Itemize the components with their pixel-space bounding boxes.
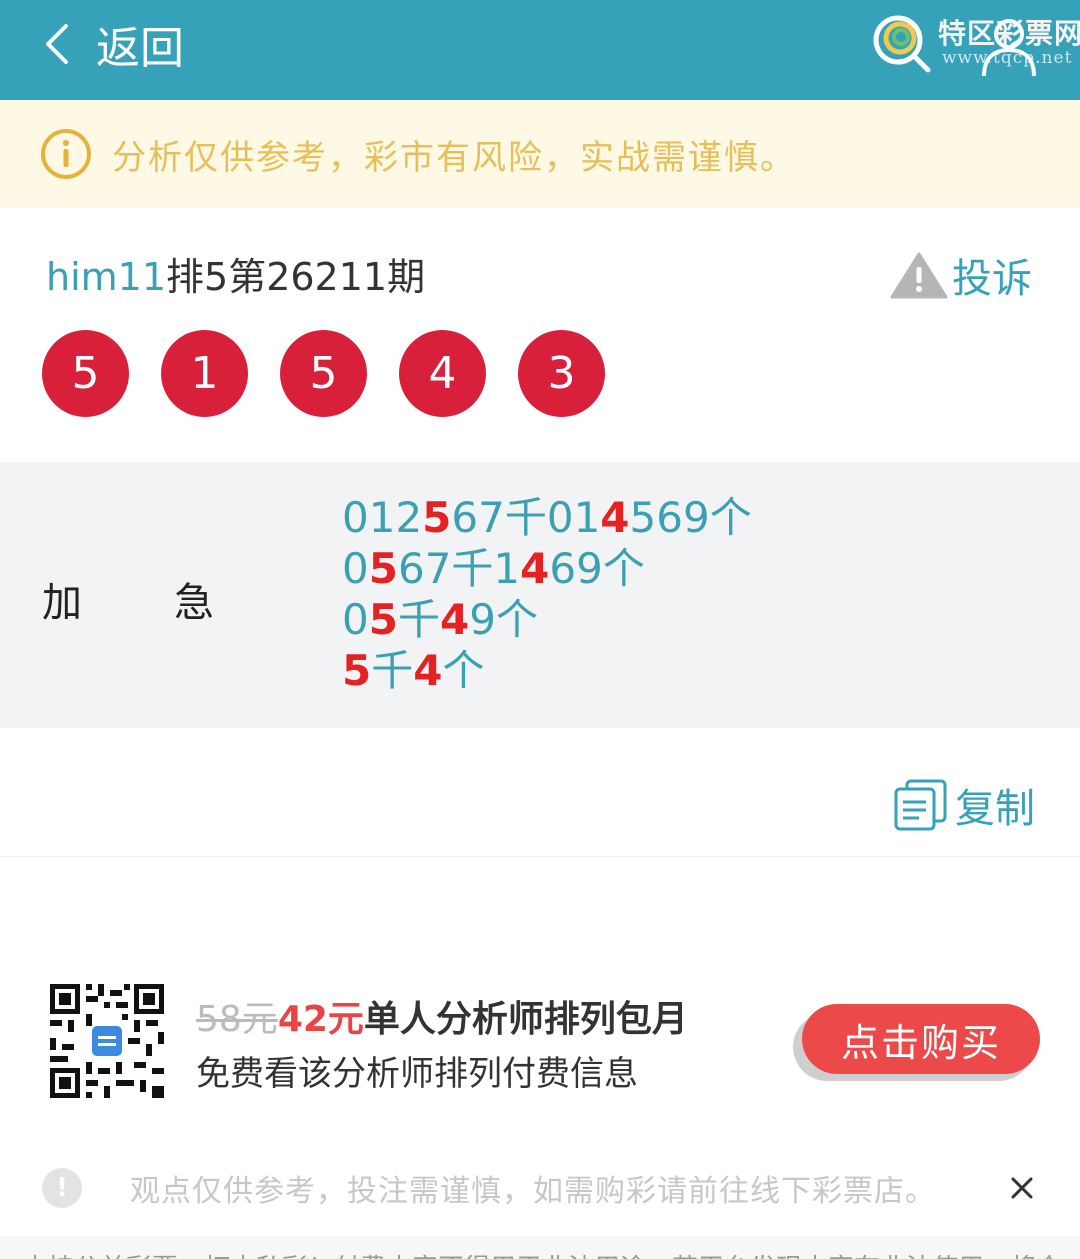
prediction-label: 急 bbox=[174, 580, 214, 626]
prediction-segment: 个 bbox=[442, 646, 485, 695]
highlighted-digit: 4 bbox=[520, 544, 550, 593]
prediction-segment: 67千01 bbox=[451, 493, 601, 542]
prediction-segment: 千 bbox=[371, 646, 414, 695]
copy-document-icon bbox=[894, 779, 947, 831]
prediction-segment: 69个 bbox=[549, 544, 645, 593]
logo-swirl-icon bbox=[873, 15, 931, 73]
buy-button[interactable]: 点击购买 bbox=[802, 1004, 1040, 1074]
highlighted-digit: 5 bbox=[342, 646, 372, 695]
notice-text: 分析仅供参考，彩市有风险，实战需谨慎。 bbox=[112, 137, 796, 178]
disclaimer-bar: ! 观点仅供参考，投注需谨慎，如需购彩请前往线下彩票店。 bbox=[42, 1166, 936, 1210]
chevron-left-icon bbox=[46, 24, 68, 64]
issue-title: him11排5第26211期 bbox=[46, 246, 425, 301]
prediction-segment: 569个 bbox=[629, 493, 752, 542]
prediction-panel: 加 急 012567千014569个 0567千1469个 05千49个 5千4个 bbox=[0, 462, 1080, 728]
number-ball: 5 bbox=[280, 330, 367, 417]
number-ball: 4 bbox=[399, 330, 486, 417]
bottom-notice: 支持公益彩票，打击私彩！付费内容不得用于非法用途，若平台发现内容有非法使用，将会 bbox=[0, 1236, 1080, 1259]
highlighted-digit: 5 bbox=[422, 493, 452, 542]
risk-notice-bar: 分析仅供参考，彩市有风险，实战需谨慎。 bbox=[0, 100, 1080, 208]
close-icon[interactable] bbox=[1008, 1174, 1036, 1202]
issue-name: 排5第26211期 bbox=[166, 255, 426, 299]
alert-circle-icon: ! bbox=[42, 1168, 82, 1208]
complain-label: 投诉 bbox=[952, 256, 1032, 302]
promo-title-text: 单人分析师排列包月 bbox=[363, 999, 688, 1040]
prediction-label: 加 bbox=[42, 580, 82, 626]
highlighted-digit: 4 bbox=[413, 646, 443, 695]
site-logo: 特区彩票网 www.tqcp.net bbox=[866, 6, 1080, 76]
highlighted-digit: 5 bbox=[368, 544, 398, 593]
prediction-segment: 0 bbox=[342, 595, 369, 644]
copy-button[interactable]: 复制 bbox=[893, 776, 1035, 834]
number-ball: 3 bbox=[518, 330, 605, 417]
prediction-line: 0567千1469个 bbox=[342, 543, 752, 594]
highlighted-digit: 5 bbox=[368, 595, 398, 644]
prediction-segment: 9个 bbox=[469, 595, 538, 644]
highlighted-digit: 4 bbox=[439, 595, 470, 644]
number-ball: 1 bbox=[161, 330, 248, 417]
number-ball: 5 bbox=[42, 330, 129, 417]
qr-code-icon bbox=[48, 982, 166, 1100]
user-icon[interactable] bbox=[976, 12, 1042, 78]
complain-button[interactable]: 投诉 bbox=[890, 246, 1032, 304]
disclaimer-text: 观点仅供参考，投注需谨慎，如需购彩请前往线下彩票店。 bbox=[130, 1174, 936, 1209]
prediction-segment: 千 bbox=[397, 595, 440, 644]
prediction-line: 05千49个 bbox=[342, 594, 752, 645]
old-price: 58元 bbox=[196, 999, 278, 1040]
info-circle-icon bbox=[41, 129, 91, 179]
prediction-line: 012567千014569个 bbox=[342, 492, 752, 543]
app-header: 返回 特区彩票网 www.tqcp.net bbox=[0, 0, 1080, 100]
prediction-line: 5千4个 bbox=[342, 645, 752, 696]
bottom-notice-text: 支持公益彩票，打击私彩！付费内容不得用于非法用途，若平台发现内容有非法使用，将会 bbox=[22, 1248, 1062, 1259]
analyst-username[interactable]: him11 bbox=[46, 255, 166, 299]
prediction-segment: 012 bbox=[342, 493, 423, 542]
copy-label: 复制 bbox=[955, 786, 1035, 832]
section-divider bbox=[0, 856, 1080, 857]
new-price: 42元 bbox=[277, 999, 364, 1040]
back-label: 返回 bbox=[96, 23, 184, 74]
back-button[interactable]: 返回 bbox=[40, 14, 184, 74]
promo-title: 58元42元单人分析师排列包月 bbox=[196, 990, 688, 1042]
highlighted-digit: 4 bbox=[600, 493, 630, 542]
warning-triangle-icon bbox=[890, 252, 948, 299]
promo-subtitle: 免费看该分析师排列付费信息 bbox=[196, 1054, 638, 1094]
draw-numbers: 5 1 5 4 3 bbox=[42, 330, 637, 417]
prediction-segment: 67千1 bbox=[397, 544, 521, 593]
prediction-lines: 012567千014569个 0567千1469个 05千49个 5千4个 bbox=[342, 492, 752, 696]
prediction-segment: 0 bbox=[342, 544, 369, 593]
